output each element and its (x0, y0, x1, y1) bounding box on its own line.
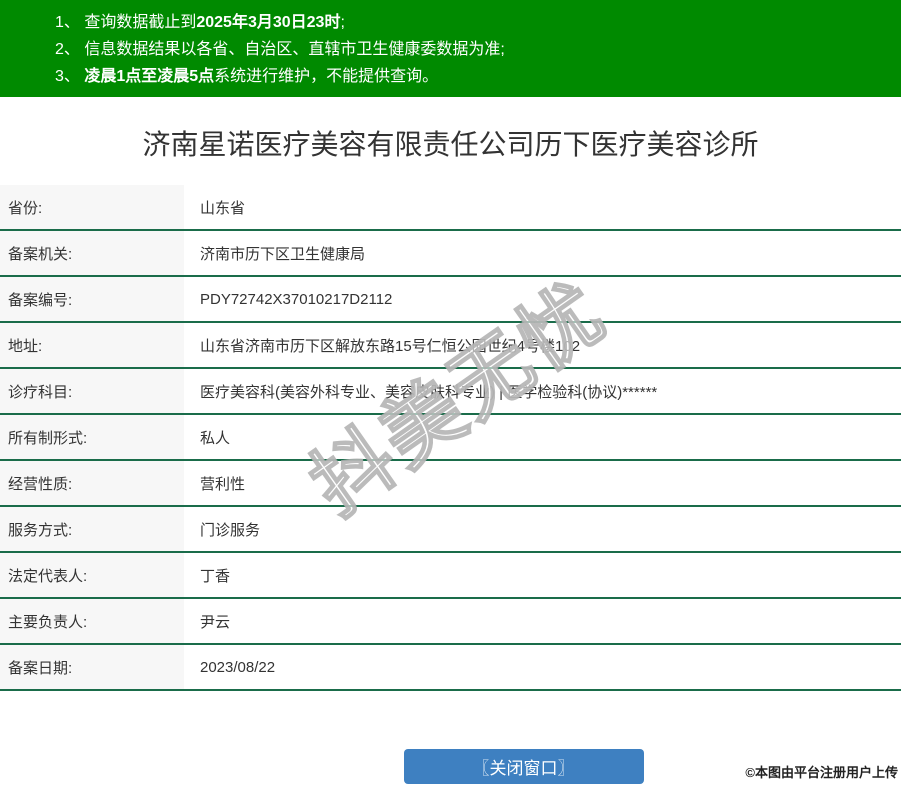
notice-banner: 1、 查询数据截止到2025年3月30日23时; 2、 信息数据结果以各省、自治… (0, 0, 901, 97)
notice-line-3-bold: 凌晨1点至凌晨5点 (84, 68, 215, 85)
row-value: 丁香 (200, 567, 231, 585)
row-label: 备案编号: (0, 277, 184, 321)
table-row-legal-representative: 法定代表人: 丁香 (0, 553, 901, 599)
table-row-service-mode: 服务方式: 门诊服务 (0, 507, 901, 553)
row-value: 门诊服务 (200, 521, 261, 539)
table-row-medical-subjects: 诊疗科目: 医疗美容科(美容外科专业、美容皮肤科专业) | 医学检验科(协议)*… (0, 369, 901, 415)
notice-line-1-pre: 1、 查询数据截止到 (55, 14, 197, 31)
table-row-filing-date: 备案日期: 2023/08/22 (0, 645, 901, 691)
notice-line-1-bold: 2025年3月30日23时 (196, 14, 341, 31)
row-value: 山东省 (200, 199, 246, 217)
notice-line-1: 1、 查询数据截止到2025年3月30日23时; (55, 9, 891, 36)
row-label: 服务方式: (0, 507, 184, 551)
row-value: 济南市历下区卫生健康局 (200, 245, 366, 263)
close-window-button[interactable]: 〖关闭窗口〗 (403, 749, 644, 784)
table-row-filing-number: 备案编号: PDY72742X37010217D2112 (0, 277, 901, 323)
table-row-filing-authority: 备案机关: 济南市历下区卫生健康局 (0, 231, 901, 277)
row-label: 诊疗科目: (0, 369, 184, 413)
row-value: 医疗美容科(美容外科专业、美容皮肤科专业) | 医学检验科(协议)****** (200, 383, 658, 401)
table-row-principal: 主要负责人: 尹云 (0, 599, 901, 645)
row-value: 2023/08/22 (200, 658, 276, 676)
upload-attribution-note: ©本图由平台注册用户上传 (745, 765, 898, 780)
detail-table: 省份: 山东省 备案机关: 济南市历下区卫生健康局 备案编号: PDY72742… (0, 185, 901, 691)
notice-line-1-post: ; (340, 14, 345, 31)
notice-line-2-pre: 2、 信息数据结果以各省、自治区、直辖市卫生健康委数据为准; (55, 41, 505, 58)
row-value: 私人 (200, 429, 231, 447)
row-label: 法定代表人: (0, 553, 184, 597)
notice-line-3: 3、 凌晨1点至凌晨5点系统进行维护，不能提供查询。 (55, 63, 891, 90)
notice-line-2: 2、 信息数据结果以各省、自治区、直辖市卫生健康委数据为准; (55, 36, 891, 63)
table-row-ownership: 所有制形式: 私人 (0, 415, 901, 461)
row-value: 尹云 (200, 613, 231, 631)
row-label: 经营性质: (0, 461, 184, 505)
row-label: 备案日期: (0, 645, 184, 689)
row-label: 备案机关: (0, 231, 184, 275)
page-title: 济南星诺医疗美容有限责任公司历下医疗美容诊所 (142, 129, 759, 160)
row-label: 所有制形式: (0, 415, 184, 459)
row-value: 山东省济南市历下区解放东路15号仁恒公园世纪4号楼102 (200, 337, 581, 355)
row-label: 地址: (0, 323, 184, 367)
row-value: PDY72742X37010217D2112 (200, 290, 393, 308)
notice-line-3-post: 系统进行维护，不能提供查询。 (214, 68, 439, 85)
row-label: 主要负责人: (0, 599, 184, 643)
row-label: 省份: (0, 185, 184, 229)
notice-line-3-pre: 3、 (55, 68, 85, 85)
table-row-province: 省份: 山东省 (0, 185, 901, 231)
table-row-operation-nature: 经营性质: 营利性 (0, 461, 901, 507)
table-row-address: 地址: 山东省济南市历下区解放东路15号仁恒公园世纪4号楼102 (0, 323, 901, 369)
row-value: 营利性 (200, 475, 246, 493)
